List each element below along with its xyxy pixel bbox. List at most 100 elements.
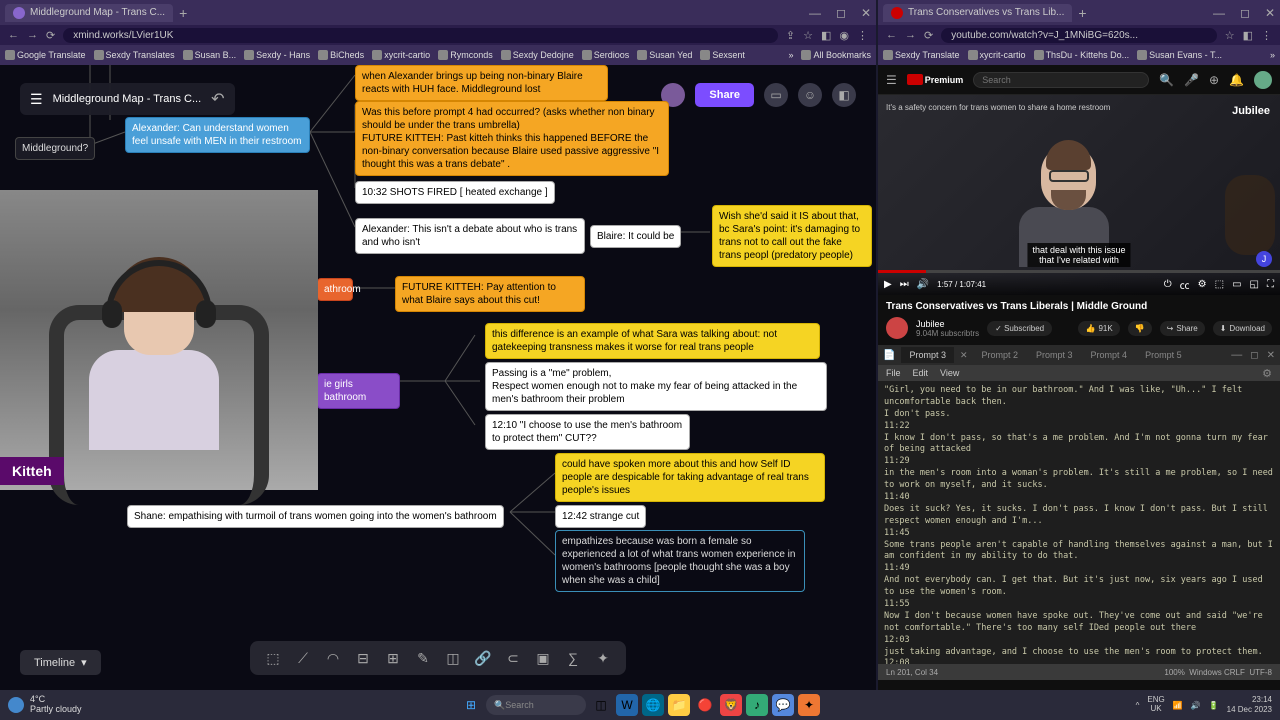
weather-widget[interactable]: 4°C Partly cloudy <box>8 695 82 715</box>
node-alexander-understand[interactable]: Alexander: Can understand women feel uns… <box>125 117 310 153</box>
bookmark[interactable]: Sexdy Dedojne <box>501 50 574 60</box>
bookmark[interactable]: Sexsent <box>700 50 745 60</box>
bookmark[interactable]: BiCheds <box>318 50 364 60</box>
profile-avatar[interactable] <box>1254 71 1272 89</box>
node-empathizes[interactable]: empathizes because was born a female so … <box>555 530 805 592</box>
mic-icon[interactable]: 🎤 <box>1184 73 1199 87</box>
bookmark[interactable]: Sexdy Translate <box>883 50 960 60</box>
browser-tab[interactable]: Trans Conservatives vs Trans Lib... <box>883 4 1072 22</box>
volume-icon[interactable]: 🔊 <box>1191 701 1201 710</box>
bookmark[interactable]: Google Translate <box>5 50 86 60</box>
clock-date[interactable]: 14 Dec 2023 <box>1227 705 1272 715</box>
menu-edit[interactable]: Edit <box>913 368 929 378</box>
minimize-button[interactable]: — <box>809 6 821 20</box>
app-brave-icon[interactable]: 🦁 <box>720 694 742 716</box>
node-future-kitteh[interactable]: FUTURE KITTEH: Pay attention to what Bla… <box>395 276 585 312</box>
app-spotify-icon[interactable]: ♪ <box>746 694 768 716</box>
extension-icon[interactable]: ◧ <box>821 29 831 42</box>
back-button[interactable]: ← <box>886 29 897 41</box>
channel-name[interactable]: Jubilee <box>916 319 979 329</box>
star-icon[interactable]: ☆ <box>803 29 813 42</box>
tab-close-icon[interactable]: ✕ <box>960 350 968 361</box>
node-athroom[interactable]: athroom <box>317 278 353 301</box>
app-xmind-icon[interactable]: ✦ <box>798 694 820 716</box>
node-alexander-debate[interactable]: Alexander: This isn't a debate about who… <box>355 218 585 254</box>
editor-min-icon[interactable]: — <box>1231 349 1242 361</box>
maximize-button[interactable]: ◻ <box>836 6 846 20</box>
url-input[interactable]: youtube.com/watch?v=J_1MNiBG=620s... <box>941 28 1217 43</box>
bookmark[interactable]: ThsDu - Kittehs Do... <box>1034 50 1130 60</box>
subscribe-button[interactable]: ✓ Subscribed <box>987 321 1052 336</box>
editor-tab[interactable]: Prompt 2 <box>974 347 1027 363</box>
dislike-button[interactable]: 👎 <box>1128 321 1152 336</box>
menu-icon[interactable]: ⋮ <box>1261 29 1272 42</box>
node-1032-shots[interactable]: 10:32 SHOTS FIRED [ heated exchange ] <box>355 181 555 204</box>
bell-icon[interactable]: 🔔 <box>1229 73 1244 87</box>
search-icon[interactable]: 🔍 <box>1159 73 1174 87</box>
close-button[interactable]: ✕ <box>861 6 871 20</box>
forward-button[interactable]: → <box>905 29 916 41</box>
emoji-icon[interactable]: ☺ <box>798 83 822 107</box>
extension-icon[interactable]: ◧ <box>1243 29 1253 42</box>
node-shane[interactable]: Shane: empathising with turmoil of trans… <box>127 505 504 528</box>
menu-icon[interactable]: ☰ <box>30 91 43 108</box>
editor-tab[interactable]: Prompt 4 <box>1083 347 1136 363</box>
youtube-logo[interactable]: Premium <box>907 74 964 85</box>
menu-view[interactable]: View <box>940 368 959 378</box>
star-icon[interactable]: ☆ <box>1225 29 1235 42</box>
bookmark-more[interactable]: » <box>788 50 793 60</box>
search-input[interactable] <box>973 72 1149 88</box>
new-tab-button[interactable]: + <box>1078 5 1086 21</box>
like-button[interactable]: 👍 91K <box>1078 321 1119 336</box>
editor-content[interactable]: "Girl, you need to be in our bathroom." … <box>878 381 1280 664</box>
node-when-alexander[interactable]: when Alexander brings up being non-binar… <box>355 65 608 101</box>
tool-summary-icon[interactable]: ⊟ <box>354 649 372 667</box>
volume-icon[interactable]: 🔊 <box>917 279 929 290</box>
panel-icon[interactable]: ◧ <box>832 83 856 107</box>
profile-icon[interactable]: ◉ <box>839 29 849 42</box>
next-button[interactable]: ⏭ <box>900 279 909 290</box>
tool-relation-icon[interactable]: ⟋ <box>294 649 312 667</box>
all-bookmarks[interactable]: All Bookmarks <box>801 50 871 60</box>
taskbar-search[interactable]: 🔍 Search <box>486 695 586 715</box>
share-icon[interactable]: ⇪ <box>786 29 795 42</box>
back-button[interactable]: ← <box>8 29 19 41</box>
app-discord-icon[interactable]: 💬 <box>772 694 794 716</box>
app-explorer-icon[interactable]: 📁 <box>668 694 690 716</box>
forward-button[interactable]: → <box>27 29 38 41</box>
play-button[interactable]: ▶ <box>884 279 892 290</box>
node-blaire-could[interactable]: Blaire: It could be <box>590 225 681 248</box>
node-1242[interactable]: 12:42 strange cut <box>555 505 646 528</box>
app-word-icon[interactable]: W <box>616 694 638 716</box>
minimize-button[interactable]: — <box>1213 6 1225 20</box>
node-girls-bathroom[interactable]: ie girls bathroom <box>317 373 400 409</box>
pip-icon[interactable]: ◱ <box>1250 279 1259 290</box>
bookmark[interactable]: xycrit-cartio <box>968 50 1026 60</box>
close-button[interactable]: ✕ <box>1265 6 1275 20</box>
bookmark[interactable]: xycrit-cartio <box>372 50 430 60</box>
tool-attach-icon[interactable]: ⊂ <box>504 649 522 667</box>
tool-boundary-icon[interactable]: ◠ <box>324 649 342 667</box>
clock-time[interactable]: 23:14 <box>1227 695 1272 705</box>
start-button[interactable]: ⊞ <box>460 694 482 716</box>
node-wish-said[interactable]: Wish she'd said it IS about that, bc Sar… <box>712 205 872 267</box>
tool-ai-icon[interactable]: ✦ <box>594 649 612 667</box>
editor-tab[interactable]: Prompt 3 <box>901 347 954 363</box>
browser-tab[interactable]: Middleground Map - Trans C... <box>5 4 173 22</box>
app-chrome-icon[interactable]: 🔴 <box>694 694 716 716</box>
editor-tab[interactable]: Prompt 5 <box>1137 347 1190 363</box>
reload-button[interactable]: ⟳ <box>46 29 55 42</box>
menu-file[interactable]: File <box>886 368 901 378</box>
tray-chevron-icon[interactable]: ^ <box>1136 701 1140 710</box>
bookmark[interactable]: Sexdy Translates <box>94 50 175 60</box>
lang-indicator[interactable]: ENG UK <box>1147 696 1164 714</box>
tool-label-icon[interactable]: ◫ <box>444 649 462 667</box>
present-icon[interactable]: ▭ <box>764 83 788 107</box>
node-1210-choose[interactable]: 12:10 "I choose to use the men's bathroo… <box>485 414 690 450</box>
node-root[interactable]: Middleground? <box>15 137 95 160</box>
fullscreen-icon[interactable]: ⛶ <box>1267 279 1274 290</box>
node-difference[interactable]: this difference is an example of what Sa… <box>485 323 820 359</box>
bookmark[interactable]: Sexdy - Hans <box>244 50 310 60</box>
undo-icon[interactable]: ↶ <box>211 89 224 109</box>
battery-icon[interactable]: 🔋 <box>1209 701 1219 710</box>
